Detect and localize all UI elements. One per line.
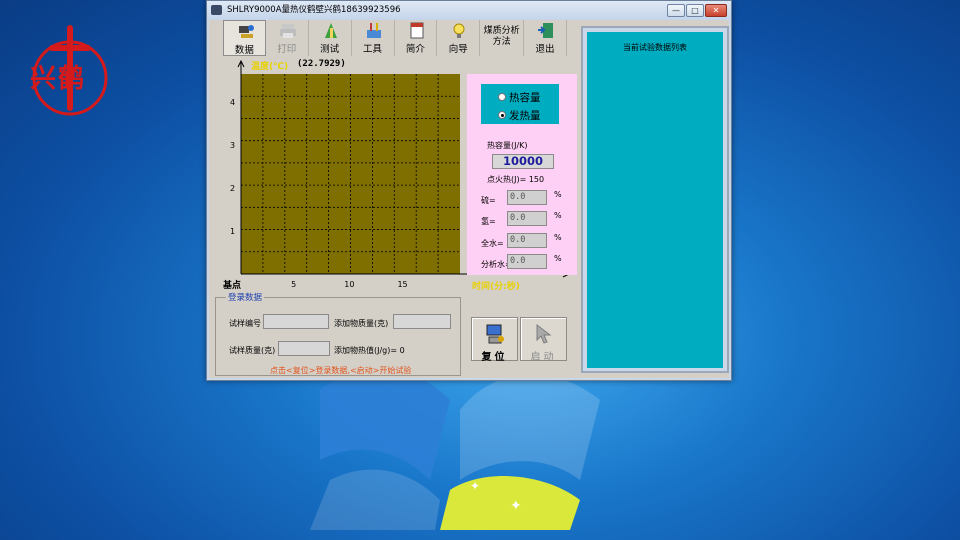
y-axis-title: 温度(℃) bbox=[251, 62, 289, 72]
toolbar-test-button[interactable]: 测试 bbox=[309, 20, 352, 56]
hydrogen-label: 氢= bbox=[481, 217, 496, 226]
minimize-button[interactable]: — bbox=[667, 4, 685, 17]
window-title: SHLRY9000A量热仪鹤壁兴鹤18639923596 bbox=[227, 5, 401, 15]
instruction-hint: 点击<复位>登录数据,<启动>开始试验 bbox=[270, 366, 412, 375]
toolbar-label: 煤质分析 方法 bbox=[483, 26, 520, 47]
hydrogen-field[interactable]: 0.0 bbox=[507, 211, 547, 226]
radio-label: 热容量 bbox=[509, 92, 541, 104]
x-tick-label: 5 bbox=[291, 280, 296, 289]
analysis-moisture-unit: % bbox=[554, 254, 562, 263]
start-button[interactable]: 启动 bbox=[520, 317, 567, 363]
sample-number-input[interactable] bbox=[263, 314, 329, 329]
x-tick-label: 10 bbox=[344, 280, 354, 289]
sulfur-label: 硫= bbox=[481, 196, 496, 205]
analysis-moisture-field[interactable]: 0.0 bbox=[507, 254, 547, 269]
title-bar: SHLRY9000A量热仪鹤壁兴鹤18639923596 — □ ✕ bbox=[207, 1, 731, 20]
y-tick-label: 1 bbox=[230, 227, 235, 236]
app-icon bbox=[211, 5, 222, 15]
toolbar-label: 测试 bbox=[320, 44, 340, 55]
data-icon bbox=[239, 25, 254, 38]
tools-icon bbox=[366, 23, 381, 38]
radio-dot bbox=[498, 93, 506, 101]
cursor-arrow-icon bbox=[536, 323, 552, 344]
total-moisture-label: 全水= bbox=[481, 239, 504, 248]
data-list-title: 当前试验数据列表 bbox=[623, 43, 687, 52]
sample-mass-label: 试样质量(克) bbox=[229, 346, 276, 355]
toolbar-coal-analysis-button[interactable]: 煤质分析 方法 bbox=[480, 20, 525, 56]
reset-button-label: 复位 bbox=[481, 352, 508, 363]
current-temperature: (22.7929) bbox=[297, 59, 346, 69]
svg-text:✦: ✦ bbox=[470, 479, 480, 493]
toolbar-label: 简介 bbox=[405, 44, 425, 55]
reset-button[interactable]: 复位 bbox=[471, 317, 518, 363]
heat-capacity-value[interactable]: 10000 bbox=[492, 154, 554, 169]
toolbar-label: 退出 bbox=[535, 44, 555, 55]
toolbar-print-button[interactable]: 打印 bbox=[266, 20, 309, 56]
maximize-button[interactable]: □ bbox=[686, 4, 704, 17]
toolbar: 数据 打印 测试 工具 简介 向导 煤质分析 方法 退出 bbox=[223, 20, 567, 56]
toolbar-label: 打印 bbox=[277, 44, 297, 55]
additive-mass-label: 添加物质量(克) bbox=[334, 319, 389, 328]
notebook-icon bbox=[410, 22, 423, 39]
y-tick-label: 4 bbox=[230, 98, 235, 107]
y-tick-label: 3 bbox=[230, 141, 235, 150]
exit-door-icon bbox=[538, 23, 554, 38]
record-data-legend: 登录数据 bbox=[226, 291, 265, 303]
close-button[interactable]: ✕ bbox=[705, 4, 727, 17]
radio-label: 发热量 bbox=[509, 110, 541, 122]
total-moisture-unit: % bbox=[554, 233, 562, 242]
toolbar-label: 向导 bbox=[448, 44, 468, 55]
x-tick-label: 15 bbox=[397, 280, 407, 289]
svg-text:✦: ✦ bbox=[510, 498, 522, 514]
lightbulb-icon bbox=[453, 23, 465, 38]
toolbar-label: 工具 bbox=[363, 44, 383, 55]
printer-icon bbox=[279, 24, 296, 38]
sample-number-label: 试样编号 bbox=[229, 319, 261, 328]
additive-mass-input[interactable] bbox=[393, 314, 451, 329]
toolbar-intro-button[interactable]: 简介 bbox=[395, 20, 438, 56]
record-data-group: 登录数据 试样编号 添加物质量(克) 试样质量(克) 添加物热值(J/g)= 0… bbox=[215, 291, 461, 376]
temperature-chart: 1 2 3 4 5 10 15 温度(℃) (22.7929) 基点 时间(分:秒) 热容量… bbox=[217, 57, 577, 292]
toolbar-tools-button[interactable]: 工具 bbox=[352, 20, 395, 56]
total-moisture-field[interactable]: 0.0 bbox=[507, 233, 547, 248]
hydrogen-unit: % bbox=[554, 211, 562, 220]
origin-label: 基点 bbox=[223, 281, 242, 291]
app-window: SHLRY9000A量热仪鹤壁兴鹤18639923596 — □ ✕ 数据 打印… bbox=[206, 0, 732, 381]
toolbar-label: 数据 bbox=[234, 45, 254, 56]
settings-panel: 热容量 发热量 热容量(J/K) 10000 点火热(J)= 150 硫= 0.… bbox=[467, 74, 577, 275]
test-icon bbox=[324, 23, 337, 38]
y-tick-label: 2 bbox=[230, 184, 235, 193]
additive-heat-label: 添加物热值(J/g)= 0 bbox=[334, 346, 405, 355]
client-area: 数据 打印 测试 工具 简介 向导 煤质分析 方法 退出 1 2 3 4 5 1… bbox=[209, 20, 729, 378]
start-button-label: 启动 bbox=[530, 352, 557, 363]
logo-caption: 兴鹤 bbox=[30, 64, 87, 94]
radio-dot-selected bbox=[498, 111, 506, 119]
sulfur-field[interactable]: 0.0 bbox=[507, 190, 547, 205]
heat-capacity-label: 热容量(J/K) bbox=[487, 141, 528, 150]
test-data-list[interactable]: 当前试验数据列表 bbox=[587, 32, 723, 368]
toolbar-guide-button[interactable]: 向导 bbox=[437, 20, 481, 56]
mode-radio-group: 热容量 发热量 bbox=[481, 84, 559, 124]
sulfur-unit: % bbox=[554, 190, 562, 199]
toolbar-exit-button[interactable]: 退出 bbox=[524, 20, 567, 56]
sample-mass-input[interactable] bbox=[278, 341, 330, 356]
ignition-heat-label: 点火热(J)= 150 bbox=[487, 175, 545, 184]
x-axis-title: 时间(分:秒) bbox=[472, 282, 520, 292]
data-list-frame: 当前试验数据列表 bbox=[581, 26, 729, 373]
toolbar-data-button[interactable]: 数据 bbox=[223, 20, 266, 56]
computer-reset-icon bbox=[486, 324, 504, 344]
company-logo: 兴鹤 bbox=[22, 18, 118, 118]
